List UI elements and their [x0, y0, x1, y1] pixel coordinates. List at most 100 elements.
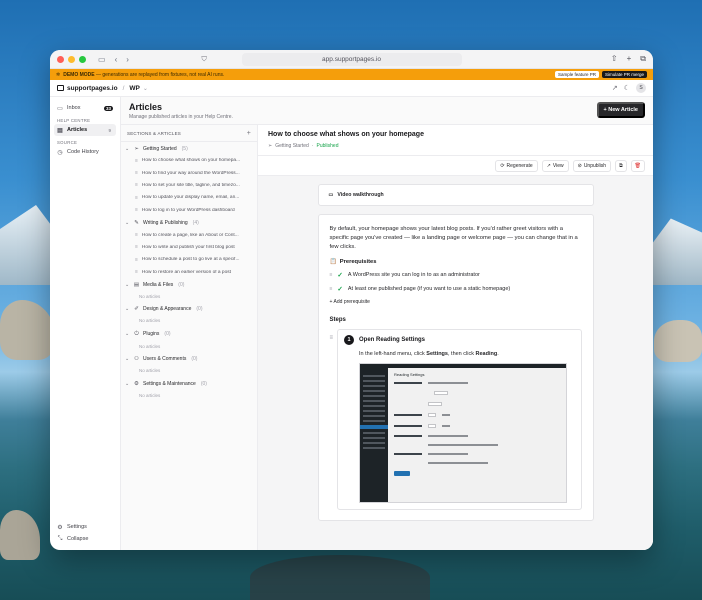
sidebar: ▭ Inbox 33 HELP CENTRE ▤ Articles 9 SOUR… [50, 97, 121, 550]
chevron-down-icon[interactable]: ⌄ [125, 306, 130, 312]
video-icon: ▭ [328, 192, 334, 198]
prerequisite-item[interactable]: ≡ ✓ At least one published page (if you … [330, 285, 582, 293]
check-icon: ✓ [337, 272, 343, 279]
add-section-button[interactable]: + [247, 130, 251, 137]
drag-handle-icon[interactable]: ≡ [135, 269, 138, 275]
refresh-icon: ⟳ [500, 162, 505, 169]
simulate-pr-merge-button[interactable]: Simulate PR merge [601, 71, 647, 78]
section-name: Plugins [143, 331, 160, 338]
section-count: (4) [192, 219, 199, 226]
chevron-down-icon[interactable]: ⌄ [125, 331, 130, 337]
steps-heading: Steps [329, 317, 346, 323]
duplicate-button[interactable]: ⧉ [615, 159, 627, 172]
section-row[interactable]: ⌄ ⏻ Plugins (0) [121, 327, 257, 341]
drag-handle-icon[interactable]: ≡ [135, 232, 138, 238]
article-body-scroll[interactable]: ▭ Video walkthrough By default, your hom… [258, 176, 653, 550]
sidebar-item-code-history[interactable]: ◷ Code History [54, 146, 116, 158]
empty-section-note: No articles [139, 368, 161, 374]
drag-handle-icon[interactable]: ≡ [135, 195, 138, 201]
article-list-item[interactable]: ≡ How to write and publish your first blo… [121, 241, 257, 253]
external-link-icon[interactable]: ↗ [612, 84, 618, 92]
sidebar-item-inbox[interactable]: ▭ Inbox 33 [54, 102, 116, 114]
section-name: Getting Started [143, 145, 177, 152]
sidebar-item-articles[interactable]: ▤ Articles 9 [54, 124, 116, 136]
demo-label: DEMO MODE [63, 71, 95, 78]
screenshot-title: Reading Settings [394, 372, 425, 377]
article-list-item[interactable]: ≡ How to update your display name, email,… [121, 192, 257, 204]
article-list-item[interactable]: ≡ How to find your way around the WordPre… [121, 167, 257, 179]
avatar[interactable]: S [636, 83, 646, 93]
brand[interactable]: supportpages.io [57, 85, 118, 92]
maximize-window-button[interactable] [79, 55, 86, 63]
minimize-window-button[interactable] [68, 55, 75, 63]
forward-icon[interactable]: › [126, 55, 129, 64]
unpublish-button[interactable]: ⊘ Unpublish [572, 159, 612, 172]
section-row[interactable]: ⌄ ✎ Writing & Publishing (4) [121, 216, 257, 229]
sidebar-item-settings[interactable]: ⚙ Settings [54, 521, 116, 533]
drag-handle-icon[interactable]: ≡ [135, 170, 138, 176]
section-row[interactable]: ⌄ ⚇ Users & Comments (0) [121, 353, 257, 366]
step-screenshot: Reading Settings [359, 363, 568, 503]
file-icon: ▤ [133, 281, 140, 288]
drag-handle-icon[interactable]: ≡ [135, 207, 138, 213]
regenerate-button[interactable]: ⟳ Regenerate [495, 159, 538, 172]
drag-handle-icon[interactable]: ≡ [135, 158, 138, 164]
tabs-overview-icon[interactable]: ⧉ [640, 54, 646, 64]
back-icon[interactable]: ‹ [115, 55, 118, 64]
step-card[interactable]: 1 Open Reading Settings In the left-hand… [337, 329, 582, 510]
chevron-down-icon[interactable]: ⌄ [125, 282, 130, 288]
sample-feature-pr-button[interactable]: Sample feature PR [554, 71, 599, 78]
article-list-item[interactable]: ≡ How to choose what shows on your homepa… [121, 155, 257, 167]
article-list-item[interactable]: ≡ How to schedule a post to go live at a … [121, 254, 257, 266]
plug-icon: ⏻ [134, 330, 139, 337]
article-list-item[interactable]: ≡ How to create a page, like an About or … [121, 229, 257, 241]
share-icon[interactable]: ⇧ [611, 54, 618, 64]
address-bar[interactable]: ⛉ app.supportpages.io [202, 53, 462, 66]
section-name: Settings & Maintenance [143, 380, 196, 387]
sidebar-toggle-icon[interactable]: ▭ [98, 55, 106, 64]
add-prerequisite-button[interactable]: + Add prerequisite [330, 299, 582, 305]
sidebar-collapse-button[interactable]: ⤡ Collapse [54, 533, 116, 545]
drag-handle-icon[interactable]: ≡ [135, 244, 138, 250]
section-count: (0) [196, 306, 203, 313]
delete-button[interactable]: 🗑 [630, 159, 645, 172]
workspace-switcher[interactable]: WP [129, 85, 139, 92]
drag-handle-icon[interactable]: ≡ [330, 286, 333, 292]
drag-handle-icon[interactable]: ≡ [330, 335, 334, 510]
chevron-down-icon[interactable]: ⌄ [125, 220, 130, 226]
drag-handle-icon[interactable]: ≡ [330, 272, 333, 278]
article-title: How to choose what shows on your homepag… [268, 131, 424, 138]
article-list-item[interactable]: ≡ How to log in to your WordPress dashboa… [121, 204, 257, 216]
section-row[interactable]: ⌄ ✐ Design & Appearance (0) [121, 303, 257, 316]
article-intro: By default, your homepage shows your lat… [329, 226, 578, 250]
gear-icon: ⚙ [134, 380, 139, 387]
chevron-down-icon[interactable]: ⌄ [125, 146, 130, 152]
article-editor[interactable]: By default, your homepage shows your lat… [317, 214, 594, 521]
section-row[interactable]: ⌄ ▤ Media & Files (0) [121, 278, 257, 291]
drag-handle-icon[interactable]: ≡ [135, 257, 138, 263]
brand-name: supportpages.io [67, 84, 118, 92]
moon-icon[interactable]: ☾ [624, 84, 630, 92]
empty-section-note: No articles [139, 343, 161, 349]
copy-icon: ⧉ [619, 162, 623, 169]
rock [250, 555, 430, 600]
chevron-down-icon[interactable]: ⌄ [125, 381, 130, 387]
new-article-button[interactable]: + New Article [596, 102, 645, 118]
section-name: Writing & Publishing [143, 219, 188, 226]
chevron-down-icon[interactable]: ⌄ [125, 356, 130, 362]
send-icon: ➢ [134, 145, 139, 152]
drag-handle-icon[interactable]: ≡ [135, 182, 138, 188]
send-icon: ➢ [268, 143, 273, 149]
chevron-down-icon[interactable]: ⌄ [143, 85, 148, 92]
prerequisite-item[interactable]: ≡ ✓ A WordPress site you can log in to a… [330, 271, 582, 279]
tree-heading: SECTIONS & ARTICLES [127, 131, 181, 136]
new-tab-icon[interactable]: + [627, 54, 632, 64]
view-button[interactable]: ↗ View [541, 159, 569, 172]
page-subtitle: Manage published articles in your Help C… [129, 114, 233, 120]
article-list-item[interactable]: ≡ How to set your site title, tagline, an… [121, 179, 257, 191]
close-window-button[interactable] [57, 55, 64, 63]
article-list-item[interactable]: ≡ How to restore an earlier version of a … [121, 266, 257, 278]
video-walkthrough-card[interactable]: ▭ Video walkthrough [317, 184, 594, 206]
section-row[interactable]: ⌄ ⚙ Settings & Maintenance (0) [121, 377, 257, 390]
section-row[interactable]: ⌄ ➢ Getting Started (5) [121, 142, 257, 155]
